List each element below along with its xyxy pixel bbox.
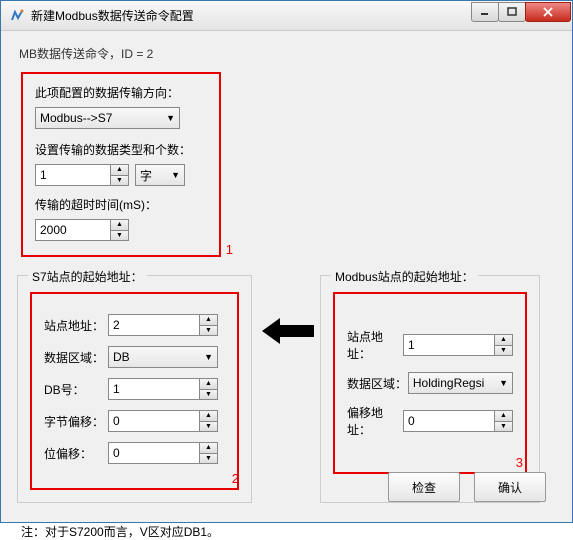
modbus-area-value: HoldingRegsi bbox=[413, 376, 484, 390]
down-icon[interactable]: ▼ bbox=[494, 345, 513, 357]
direction-value: Modbus-->S7 bbox=[40, 111, 112, 125]
modbus-station-label: 站点地址： bbox=[347, 328, 403, 362]
s7-station-input[interactable] bbox=[108, 314, 200, 336]
s7-legend: S7站点的起始地址： bbox=[28, 268, 147, 285]
datatype-value: 字 bbox=[140, 167, 152, 184]
modbus-station-stepper[interactable]: ▲▼ bbox=[403, 334, 513, 356]
window-controls bbox=[472, 2, 571, 22]
annotation-2: 2 bbox=[232, 471, 239, 486]
s7-db-input[interactable] bbox=[108, 378, 200, 400]
close-button[interactable] bbox=[525, 2, 571, 22]
s7-station-label: 站点地址： bbox=[44, 317, 108, 334]
chevron-down-icon: ▼ bbox=[171, 170, 180, 180]
s7-byte-input[interactable] bbox=[108, 410, 200, 432]
modbus-offset-stepper[interactable]: ▲▼ bbox=[403, 410, 513, 432]
count-stepper[interactable]: ▲▼ bbox=[35, 164, 129, 186]
s7-bit-input[interactable] bbox=[108, 442, 200, 464]
s7-groupbox: S7站点的起始地址： 站点地址： ▲▼ 数据区域： DB ▼ bbox=[17, 275, 252, 503]
s7-byte-label: 字节偏移： bbox=[44, 413, 108, 430]
s7-redbox: 站点地址： ▲▼ 数据区域： DB ▼ DB号 bbox=[30, 292, 239, 490]
dialog-window: 新建Modbus数据传送命令配置 MB数据传送命令，ID = 2 此项配置的数据… bbox=[0, 0, 573, 523]
modbus-redbox: 站点地址： ▲▼ 数据区域： HoldingRegsi ▼ bbox=[333, 292, 527, 474]
direction-select[interactable]: Modbus-->S7 ▼ bbox=[35, 107, 180, 129]
chevron-down-icon: ▼ bbox=[166, 113, 175, 123]
client-area: MB数据传送命令，ID = 2 此项配置的数据传输方向： Modbus-->S7… bbox=[1, 31, 572, 522]
timeout-input[interactable] bbox=[35, 219, 111, 241]
down-icon[interactable]: ▼ bbox=[199, 453, 218, 465]
transfer-config-box: 此项配置的数据传输方向： Modbus-->S7 ▼ 设置传输的数据类型和个数：… bbox=[21, 72, 221, 257]
minimize-button[interactable] bbox=[471, 2, 499, 22]
annotation-3: 3 bbox=[516, 455, 523, 470]
ok-button[interactable]: 确认 bbox=[474, 472, 546, 502]
check-button[interactable]: 检查 bbox=[388, 472, 460, 502]
modbus-station-input[interactable] bbox=[403, 334, 495, 356]
down-icon[interactable]: ▼ bbox=[199, 389, 218, 401]
timeout-stepper[interactable]: ▲▼ bbox=[35, 219, 129, 241]
modbus-area-label: 数据区域： bbox=[347, 375, 408, 392]
titlebar[interactable]: 新建Modbus数据传送命令配置 bbox=[1, 1, 572, 31]
down-icon[interactable]: ▼ bbox=[199, 421, 218, 433]
modbus-offset-input[interactable] bbox=[403, 410, 495, 432]
s7-station-stepper[interactable]: ▲▼ bbox=[108, 314, 218, 336]
chevron-down-icon: ▼ bbox=[204, 352, 213, 362]
modbus-groupbox: Modbus站点的起始地址： 站点地址： ▲▼ 数据区域： HoldingReg… bbox=[320, 275, 540, 503]
down-icon[interactable]: ▼ bbox=[494, 421, 513, 433]
type-count-label: 设置传输的数据类型和个数： bbox=[35, 141, 207, 158]
app-icon bbox=[9, 8, 25, 24]
modbus-legend: Modbus站点的起始地址： bbox=[331, 268, 478, 285]
s7-area-value: DB bbox=[113, 350, 130, 364]
s7-bit-label: 位偏移： bbox=[44, 445, 108, 462]
count-input[interactable] bbox=[35, 164, 111, 186]
annotation-1: 1 bbox=[226, 242, 233, 257]
command-id-label: MB数据传送命令，ID = 2 bbox=[19, 45, 558, 62]
datatype-select[interactable]: 字 ▼ bbox=[135, 164, 185, 186]
s7-area-label: 数据区域： bbox=[44, 349, 108, 366]
direction-label: 此项配置的数据传输方向： bbox=[35, 84, 207, 101]
s7-db-label: DB号： bbox=[44, 381, 108, 398]
s7-db-stepper[interactable]: ▲▼ bbox=[108, 378, 218, 400]
chevron-down-icon: ▼ bbox=[499, 378, 508, 388]
arrow-left-icon bbox=[262, 317, 314, 350]
s7-byte-stepper[interactable]: ▲▼ bbox=[108, 410, 218, 432]
s7-area-select[interactable]: DB ▼ bbox=[108, 346, 218, 368]
modbus-offset-label: 偏移地址： bbox=[347, 404, 403, 438]
timeout-label: 传输的超时时间(mS)： bbox=[35, 196, 207, 213]
s7-bit-stepper[interactable]: ▲▼ bbox=[108, 442, 218, 464]
window-title: 新建Modbus数据传送命令配置 bbox=[31, 7, 472, 24]
modbus-area-select[interactable]: HoldingRegsi ▼ bbox=[408, 372, 513, 394]
down-icon[interactable]: ▼ bbox=[199, 325, 218, 337]
maximize-button[interactable] bbox=[498, 2, 526, 22]
down-icon[interactable]: ▼ bbox=[110, 230, 129, 242]
footer-note: 注：对于S7200而言，V区对应DB1。 bbox=[21, 523, 558, 540]
down-icon[interactable]: ▼ bbox=[110, 175, 129, 187]
